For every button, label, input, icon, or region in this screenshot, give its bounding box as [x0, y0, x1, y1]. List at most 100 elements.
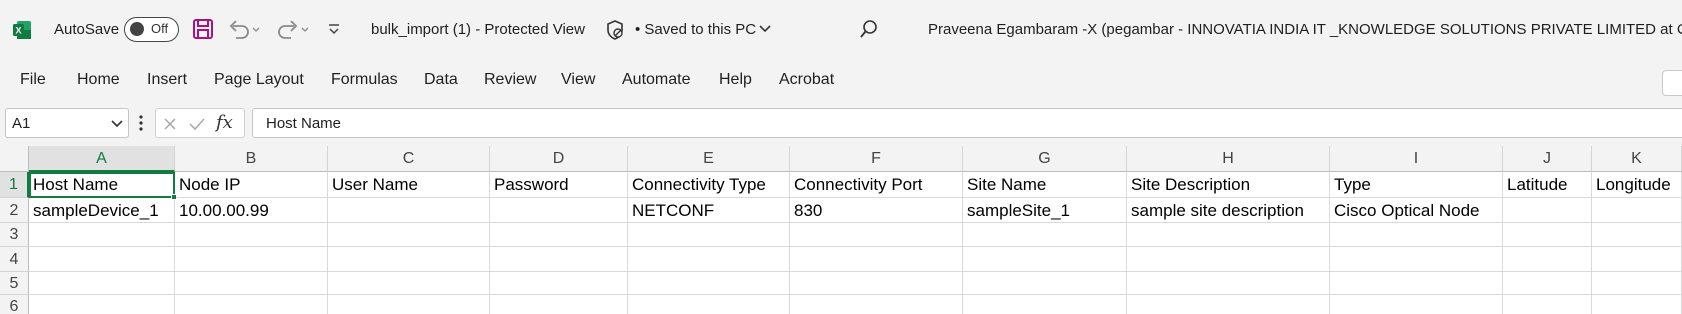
cell-a1[interactable]: Host Name	[29, 172, 175, 198]
insert-function-icon[interactable]: fx	[216, 112, 233, 133]
cell-k1[interactable]: Longitude	[1592, 172, 1682, 198]
cell-h3[interactable]	[1127, 223, 1330, 247]
cell-b4[interactable]	[175, 247, 328, 272]
row-header-5[interactable]: 5	[0, 272, 29, 295]
column-header-k[interactable]: K	[1592, 146, 1682, 172]
column-header-a[interactable]: A	[29, 146, 175, 172]
cell-h4[interactable]	[1127, 247, 1330, 272]
tab-acrobat[interactable]: Acrobat	[779, 71, 834, 89]
cell-h2[interactable]: sample site description	[1127, 198, 1330, 223]
column-header-e[interactable]: E	[628, 146, 790, 172]
cell-i2[interactable]: Cisco Optical Node	[1330, 198, 1503, 223]
cell-k5[interactable]	[1592, 272, 1682, 295]
tab-home[interactable]: Home	[77, 71, 120, 89]
customize-toolbar-icon[interactable]	[327, 22, 341, 38]
tab-review[interactable]: Review	[484, 71, 536, 89]
column-header-f[interactable]: F	[790, 146, 963, 172]
chevron-down-icon[interactable]	[758, 24, 772, 34]
cell-i6[interactable]	[1330, 295, 1503, 314]
cell-d4[interactable]	[490, 247, 628, 272]
cell-g1[interactable]: Site Name	[963, 172, 1127, 198]
cell-b6[interactable]	[175, 295, 328, 314]
comments-button[interactable]	[1662, 70, 1682, 96]
cell-b5[interactable]	[175, 272, 328, 295]
cell-h1[interactable]: Site Description	[1127, 172, 1330, 198]
cell-j5[interactable]	[1503, 272, 1592, 295]
cell-a5[interactable]	[29, 272, 175, 295]
autosave-toggle[interactable]: Off	[124, 17, 179, 42]
cell-g5[interactable]	[963, 272, 1127, 295]
tab-help[interactable]: Help	[719, 71, 752, 89]
cell-d2[interactable]	[490, 198, 628, 223]
cell-f5[interactable]	[790, 272, 963, 295]
cell-k4[interactable]	[1592, 247, 1682, 272]
column-header-j[interactable]: J	[1503, 146, 1592, 172]
chevron-down-icon[interactable]	[110, 119, 124, 129]
column-header-h[interactable]: H	[1127, 146, 1330, 172]
cell-d6[interactable]	[490, 295, 628, 314]
tab-file[interactable]: File	[20, 71, 46, 89]
cell-h5[interactable]	[1127, 272, 1330, 295]
cell-j1[interactable]: Latitude	[1503, 172, 1592, 198]
cell-c6[interactable]	[328, 295, 490, 314]
cell-c4[interactable]	[328, 247, 490, 272]
spreadsheet-grid[interactable]: A B C D E F G H I J K 1 Host Name Node IP User Name Pas…	[0, 146, 1682, 314]
cell-d1[interactable]: Password	[490, 172, 628, 198]
select-all-corner[interactable]	[0, 146, 29, 172]
column-header-d[interactable]: D	[490, 146, 628, 172]
row-header-2[interactable]: 2	[0, 198, 29, 223]
saved-status[interactable]: • Saved to this PC	[635, 21, 756, 38]
name-box[interactable]: A1	[5, 108, 129, 138]
column-header-g[interactable]: G	[963, 146, 1127, 172]
more-options-icon[interactable]	[138, 114, 144, 132]
cell-a2[interactable]: sampleDevice_1	[29, 198, 175, 223]
cell-f3[interactable]	[790, 223, 963, 247]
cell-j2[interactable]	[1503, 198, 1592, 223]
cell-c2[interactable]	[328, 198, 490, 223]
cell-c3[interactable]	[328, 223, 490, 247]
cell-j6[interactable]	[1503, 295, 1592, 314]
tab-page-layout[interactable]: Page Layout	[214, 71, 304, 89]
cell-g4[interactable]	[963, 247, 1127, 272]
cancel-icon[interactable]	[162, 116, 178, 132]
cell-a6[interactable]	[29, 295, 175, 314]
fill-handle[interactable]	[171, 194, 177, 200]
cell-k3[interactable]	[1592, 223, 1682, 247]
cell-f4[interactable]	[790, 247, 963, 272]
cell-a4[interactable]	[29, 247, 175, 272]
cell-a3[interactable]	[29, 223, 175, 247]
cell-g6[interactable]	[963, 295, 1127, 314]
cell-j3[interactable]	[1503, 223, 1592, 247]
cell-f6[interactable]	[790, 295, 963, 314]
tab-data[interactable]: Data	[424, 71, 458, 89]
cell-d5[interactable]	[490, 272, 628, 295]
cell-i4[interactable]	[1330, 247, 1503, 272]
cell-e2[interactable]: NETCONF	[628, 198, 790, 223]
row-header-4[interactable]: 4	[0, 247, 29, 272]
cell-e5[interactable]	[628, 272, 790, 295]
cell-f1[interactable]: Connectivity Port	[790, 172, 963, 198]
column-header-i[interactable]: I	[1330, 146, 1503, 172]
cell-j4[interactable]	[1503, 247, 1592, 272]
cell-b2[interactable]: 10.00.00.99	[175, 198, 328, 223]
tab-view[interactable]: View	[561, 71, 595, 89]
cell-c1[interactable]: User Name	[328, 172, 490, 198]
cell-k6[interactable]	[1592, 295, 1682, 314]
cell-e6[interactable]	[628, 295, 790, 314]
cell-e3[interactable]	[628, 223, 790, 247]
user-account[interactable]: Praveena Egambaram -X (pegambar - INNOVA…	[928, 21, 1682, 38]
row-header-6[interactable]: 6	[0, 295, 29, 314]
cell-h6[interactable]	[1127, 295, 1330, 314]
cell-c5[interactable]	[328, 272, 490, 295]
tab-insert[interactable]: Insert	[147, 71, 187, 89]
cell-b3[interactable]	[175, 223, 328, 247]
save-icon[interactable]	[192, 18, 214, 40]
formula-input[interactable]: Host Name	[252, 108, 1682, 138]
tab-automate[interactable]: Automate	[622, 71, 690, 89]
cell-k2[interactable]	[1592, 198, 1682, 223]
search-icon[interactable]	[858, 18, 880, 40]
row-header-1[interactable]: 1	[0, 172, 29, 198]
undo-icon[interactable]	[227, 18, 261, 40]
cell-f2[interactable]: 830	[790, 198, 963, 223]
column-header-c[interactable]: C	[328, 146, 490, 172]
